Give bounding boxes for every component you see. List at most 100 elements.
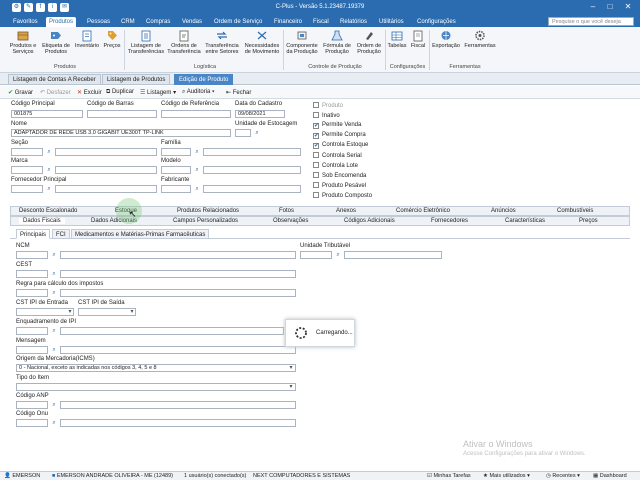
codigo-referencia-input[interactable] xyxy=(161,110,231,118)
permite-venda-checkbox[interactable]: ✔ Permite Venda xyxy=(313,122,361,129)
controla-lote-checkbox[interactable]: Controla Lote xyxy=(313,162,358,169)
necessidades-movimento-button[interactable]: Necessidades de Movimento xyxy=(242,29,282,55)
tab-caracteristicas[interactable]: Características xyxy=(505,218,545,224)
search-icon[interactable]: ⌕ xyxy=(50,401,58,409)
transferencia-setores-button[interactable]: Transferência entre Setores xyxy=(202,29,242,55)
enquadramento-code-input[interactable] xyxy=(16,327,48,335)
search-icon[interactable]: ⌕ xyxy=(50,327,58,335)
precos-button[interactable]: Preços xyxy=(101,29,123,49)
tab-financeiro[interactable]: Financeiro xyxy=(271,17,305,27)
subtab-fci[interactable]: FCI xyxy=(52,229,70,239)
etiqueta-produtos-button[interactable]: Etiqueta de Produtos xyxy=(40,29,72,55)
fornecedor-code-input[interactable] xyxy=(11,185,43,193)
fabricante-code-input[interactable] xyxy=(161,185,191,193)
search-icon[interactable]: ⌕ xyxy=(50,346,58,354)
familia-description-input[interactable] xyxy=(203,148,301,156)
tab-desconto-escalonado[interactable]: Desconto Escalonado xyxy=(19,208,77,214)
secao-code-input[interactable] xyxy=(11,148,43,156)
listagem-transferencias-button[interactable]: Listagem de Transferências xyxy=(126,29,166,55)
tab-compras[interactable]: Compras xyxy=(143,17,173,27)
produto-composto-checkbox[interactable]: Produto Composto xyxy=(313,192,372,199)
fiscal-button[interactable]: Fiscal xyxy=(408,29,428,49)
chevron-down-icon[interactable]: ▾ xyxy=(287,383,295,391)
produto-pesavel-checkbox[interactable]: Produto Pesável xyxy=(313,182,366,189)
tabelas-button[interactable]: Tabelas xyxy=(386,29,408,49)
tab-precos[interactable]: Preços xyxy=(579,218,598,224)
search-input[interactable]: Pesquise o que você deseja xyxy=(548,17,634,26)
modelo-code-input[interactable] xyxy=(161,166,191,174)
search-icon[interactable]: ⌕ xyxy=(50,289,58,297)
close-icon[interactable]: ✕ xyxy=(621,2,635,11)
duplicar-button[interactable]: ⧉ Duplicar xyxy=(106,89,134,96)
search-icon[interactable]: ⌕ xyxy=(45,166,53,174)
tab-pessoas[interactable]: Pessoas xyxy=(84,17,113,27)
search-icon[interactable]: ⌕ xyxy=(50,270,58,278)
tab-fiscal[interactable]: Fiscal xyxy=(310,17,332,27)
tab-utilitarios[interactable]: Utilitários xyxy=(376,17,407,27)
tab-configuracoes[interactable]: Configurações xyxy=(414,17,459,27)
dashboard-button[interactable]: ▦ Dashboard xyxy=(593,473,627,479)
tipo-item-select[interactable] xyxy=(16,383,296,391)
tab-comercio-eletronico[interactable]: Comércio Eletrônico xyxy=(396,208,450,214)
ordens-transferencia-button[interactable]: Ordens de Transferência xyxy=(166,29,202,55)
codigo-onu-input[interactable] xyxy=(16,419,48,427)
tab-crm[interactable]: CRM xyxy=(118,17,138,27)
familia-code-input[interactable] xyxy=(161,148,191,156)
search-icon[interactable]: ⌕ xyxy=(45,185,53,193)
inventario-button[interactable]: Inventário xyxy=(73,29,101,49)
cest-code-input[interactable] xyxy=(16,270,48,278)
tab-relatorios[interactable]: Relatórios xyxy=(337,17,370,27)
marca-description-input[interactable] xyxy=(55,166,157,174)
tab-fotos[interactable]: Fotos xyxy=(279,208,294,214)
search-icon[interactable]: ⌕ xyxy=(50,419,58,427)
mensagem-code-input[interactable] xyxy=(16,346,48,354)
mensagem-description-input[interactable] xyxy=(60,346,296,354)
inativo-checkbox[interactable]: Inativo xyxy=(313,112,340,119)
codigo-anp-description[interactable] xyxy=(60,401,296,409)
minimize-icon[interactable]: – xyxy=(586,2,600,11)
subtab-principais[interactable]: Principais xyxy=(16,229,51,239)
ordem-producao-button[interactable]: Ordem de Produção xyxy=(354,29,384,55)
desfazer-button[interactable]: ↶ Desfazer xyxy=(40,89,71,96)
nome-input[interactable]: ADAPTADOR DE REDE USB 3.0 GIGABIT UE300T… xyxy=(11,129,231,137)
codigo-barras-input[interactable] xyxy=(87,110,157,118)
formula-producao-button[interactable]: Fórmula de Produção xyxy=(320,29,354,55)
search-icon[interactable]: ⌕ xyxy=(253,129,261,137)
tab-anuncios[interactable]: Anúncios xyxy=(491,208,516,214)
chevron-down-icon[interactable]: ▾ xyxy=(128,308,136,316)
search-icon[interactable]: ⌕ xyxy=(193,185,201,193)
controla-serial-checkbox[interactable]: Controla Serial xyxy=(313,152,362,159)
gravar-button[interactable]: ✔ Gravar xyxy=(8,89,33,96)
tab-campos-personalizados[interactable]: Campos Personalizados xyxy=(173,218,238,224)
excluir-button[interactable]: ✕ Excluir xyxy=(77,89,102,96)
doc-tab-edicao-produto[interactable]: Edição de Produto xyxy=(174,74,234,85)
modelo-description-input[interactable] xyxy=(203,166,301,174)
tab-produtos-relacionados[interactable]: Produtos Relacionados xyxy=(177,208,239,214)
marca-code-input[interactable] xyxy=(11,166,43,174)
search-icon[interactable]: ⌕ xyxy=(193,148,201,156)
codigo-anp-input[interactable] xyxy=(16,401,48,409)
permite-compra-checkbox[interactable]: ✔ Permite Compra xyxy=(313,132,366,139)
secao-description-input[interactable] xyxy=(55,148,157,156)
maximize-icon[interactable]: □ xyxy=(603,2,617,11)
fornecedor-description-input[interactable] xyxy=(55,185,157,193)
tab-favoritos[interactable]: Favoritos xyxy=(10,17,41,27)
data-cadastro-input[interactable]: 09/08/2021 xyxy=(235,110,285,118)
doc-tab-contas-receber[interactable]: Listagem de Contas A Receber xyxy=(8,74,101,85)
subtab-medicamentos[interactable]: Medicamentos e Matérias-Primas Farmacêut… xyxy=(71,229,210,239)
auditoria-button[interactable]: ⌕ Auditoria ▾ xyxy=(182,89,215,96)
exportacao-button[interactable]: Exportação xyxy=(430,29,462,49)
search-icon[interactable]: ⌕ xyxy=(193,166,201,174)
recentes-button[interactable]: ◷ Recentes ▾ xyxy=(546,473,580,479)
produtos-servicos-button[interactable]: Produtos e Serviços xyxy=(6,29,40,55)
fabricante-description-input[interactable] xyxy=(203,185,301,193)
tab-anexos[interactable]: Anexos xyxy=(336,208,356,214)
codigo-principal-input[interactable]: 001875 xyxy=(11,110,83,118)
search-icon[interactable]: ⌕ xyxy=(50,251,58,259)
tab-ordem-servico[interactable]: Ordem de Serviço xyxy=(211,17,265,27)
tab-dados-fiscais[interactable]: Dados Fiscais xyxy=(19,218,65,224)
tab-vendas[interactable]: Vendas xyxy=(179,17,205,27)
doc-tab-listagem-produtos[interactable]: Listagem de Produtos xyxy=(102,74,171,85)
ncm-description-input[interactable] xyxy=(60,251,296,259)
codigo-onu-description[interactable] xyxy=(60,419,296,427)
